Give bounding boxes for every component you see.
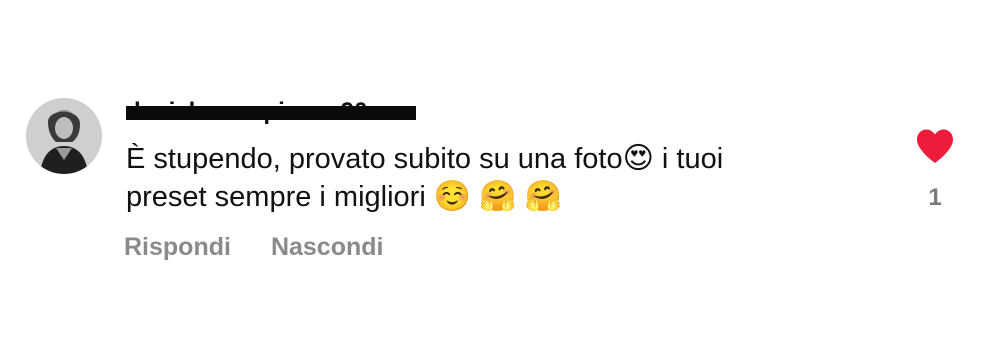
hugging-emoji-icon-2: 🤗 [524,179,563,214]
comment-line-2: preset sempre i migliori ☺️ 🤗 🤗 [126,178,866,216]
reply-button[interactable]: Rispondi [124,233,231,262]
comment-text-part-1: È stupendo, provato subito su una foto [126,143,623,175]
profile-photo-icon [26,98,102,174]
comment-text: È stupendo, provato subito su una foto😍 … [126,140,866,216]
comment-text-part-3: preset sempre i migliori [126,181,426,213]
heart-eyes-emoji-icon: 😍 [622,141,654,176]
heart-icon[interactable] [915,128,955,164]
comment-item: daniela.campisano90 È stupendo, provato … [0,0,1000,350]
like-control: 1 [914,128,956,218]
hugging-emoji-icon: 🤗 [479,179,517,214]
avatar[interactable] [26,98,102,174]
smiling-emoji-icon: ☺️ [433,179,472,214]
username-link[interactable]: daniela.campisano90 [126,96,416,128]
comment-text-part-2: i tuoi [661,143,724,175]
comment-line-1: È stupendo, provato subito su una foto😍 … [126,140,866,178]
username-redaction-bar [126,106,416,120]
like-count: 1 [928,184,942,211]
comment-actions: Rispondi Nascondi [124,233,383,262]
hide-button[interactable]: Nascondi [271,233,384,262]
